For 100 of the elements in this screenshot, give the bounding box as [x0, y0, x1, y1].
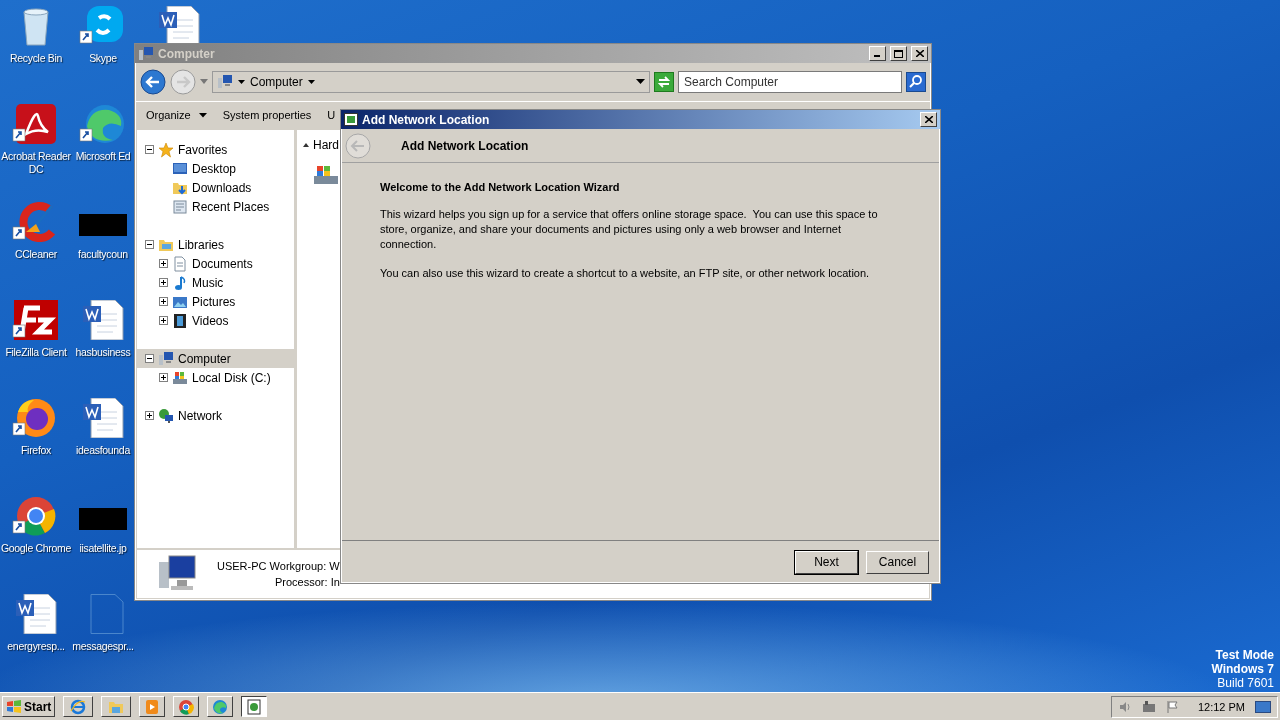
desktop-icon-label[interactable]: hasbusiness — [75, 346, 131, 359]
minimize-button[interactable] — [869, 46, 886, 61]
expand-toggle[interactable] — [159, 278, 168, 287]
tree-item[interactable]: Pictures — [137, 292, 294, 311]
desktop-icon-label[interactable]: Google Chrome — [0, 542, 72, 555]
desktop-icon-label[interactable]: Firefox — [21, 444, 51, 457]
dialog-title: Add Network Location — [362, 112, 491, 127]
desktop-icon-label[interactable]: ideasfounda — [76, 444, 130, 457]
tree-item-label: Computer — [178, 351, 231, 366]
dialog-button[interactable]: Cancel — [866, 550, 929, 574]
tree-item-label: Local Disk (C:) — [192, 370, 271, 385]
search-icon[interactable] — [906, 72, 926, 92]
toolbar-button[interactable]: Organize — [141, 107, 212, 123]
tree-item-label: Videos — [192, 313, 229, 328]
clock[interactable]: 12:12 PM — [1197, 700, 1245, 713]
tree-item-label: Network — [178, 408, 222, 423]
desktop-icon-label[interactable]: Recycle Bin — [9, 52, 63, 65]
window-icon — [344, 113, 358, 126]
network-wizard-icon — [246, 698, 263, 715]
tree-item-label: Desktop — [192, 161, 237, 176]
group-header[interactable]: Hard — [313, 138, 339, 152]
wizard-header: Add Network Location — [401, 138, 529, 153]
desktop-icon-label[interactable]: CCleaner — [15, 248, 57, 261]
close-icon — [915, 50, 924, 57]
tree-item[interactable]: Favorites — [137, 140, 294, 159]
collapse-toggle[interactable] — [145, 145, 154, 154]
caret-icon — [198, 112, 207, 118]
close-button[interactable] — [911, 46, 928, 61]
tree-item-label: Recent Places — [192, 199, 270, 214]
computer-icon — [158, 350, 174, 367]
show-desktop-icon[interactable] — [1255, 699, 1271, 714]
film-icon — [172, 312, 188, 329]
tree-item[interactable]: Videos — [137, 311, 294, 330]
collapse-toggle[interactable] — [145, 240, 154, 249]
close-button[interactable] — [920, 112, 937, 127]
tree-item[interactable]: Network — [137, 406, 294, 425]
toolbar-button[interactable]: System properties — [217, 107, 317, 123]
document-icon — [172, 255, 188, 272]
desktop-icon-label[interactable]: messagespr... — [72, 640, 134, 653]
tree-item[interactable]: Desktop — [137, 159, 294, 178]
taskbar-button[interactable] — [241, 696, 268, 717]
browser-icon — [70, 698, 87, 715]
maximize-button[interactable] — [890, 46, 907, 61]
search-field[interactable]: Search Computer — [678, 71, 902, 93]
maximize-icon — [894, 49, 903, 58]
wizard-paragraph: You can also use this wizard to create a shortcut to a website, an FTP site, or other network location. — [380, 266, 871, 281]
computer-icon — [217, 74, 233, 90]
toolbar-button[interactable]: U — [322, 107, 341, 123]
tree-item[interactable]: Recent Places — [137, 197, 294, 216]
tree-item-label: Favorites — [178, 142, 228, 157]
dialog-button[interactable]: Next — [795, 550, 858, 574]
close-icon — [924, 116, 933, 123]
tree-item[interactable]: Local Disk (C:) — [137, 368, 294, 387]
browser-icon — [178, 698, 195, 715]
desktop-icon-label[interactable]: iisatellite.jp — [79, 542, 127, 555]
address-text: Computer — [250, 75, 303, 89]
os-notice-text: Test Mode — [1215, 648, 1274, 662]
tree-item[interactable]: Documents — [137, 254, 294, 273]
desktop-icon-label[interactable]: Acrobat Reader DC — [0, 150, 72, 176]
network-icon — [158, 407, 174, 424]
tree-item[interactable]: Music — [137, 273, 294, 292]
desktop-icon-label[interactable]: Skype — [89, 52, 117, 65]
desktop-icon-label[interactable]: FileZilla Client — [5, 346, 67, 359]
monitor-icon — [172, 160, 188, 177]
expand-toggle[interactable] — [159, 316, 168, 325]
expand-toggle[interactable] — [159, 297, 168, 306]
star-icon — [158, 141, 174, 158]
swirl-icon — [212, 698, 229, 715]
os-notice-text: Build 7601 — [1217, 676, 1274, 690]
os-notice-text: Windows 7 — [1211, 662, 1274, 676]
tree-item-label: Libraries — [178, 237, 225, 252]
tree-item[interactable]: Computer — [137, 349, 294, 368]
start-button[interactable]: Start — [2, 696, 56, 717]
collapse-caret-icon[interactable] — [303, 143, 309, 147]
tree-item-label: Downloads — [192, 180, 252, 195]
tree-item[interactable]: Downloads — [137, 178, 294, 197]
desktop-icon-label[interactable]: energyresp... — [7, 640, 65, 653]
back-button[interactable] — [140, 69, 166, 95]
computer-icon — [138, 45, 154, 62]
caret-icon — [307, 79, 315, 85]
play-icon — [144, 698, 161, 715]
tree-item-label: Music — [192, 275, 224, 290]
details-text: Processor: In — [274, 576, 340, 588]
window-title: Computer — [158, 46, 216, 61]
tree-item[interactable]: Libraries — [137, 235, 294, 254]
address-field[interactable]: Computer — [212, 71, 650, 93]
wizard-paragraph: This wizard helps you sign up for a service that offers online storage space. You can use this space to store, organize, and share your documents and pictures using only a web browser and Internet connection. — [380, 207, 879, 252]
expand-toggle[interactable] — [159, 373, 168, 382]
drive-icon — [172, 369, 188, 386]
refresh-button[interactable] — [654, 72, 674, 92]
collapse-toggle[interactable] — [145, 354, 154, 363]
desktop-icon-label[interactable]: facultycoun — [78, 248, 128, 261]
flag-icon[interactable] — [1165, 699, 1180, 714]
expand-toggle[interactable] — [145, 411, 154, 420]
desktop-icon-label[interactable]: Microsoft Ed — [75, 150, 131, 163]
network-icon[interactable] — [1141, 699, 1156, 714]
expand-toggle[interactable] — [159, 259, 168, 268]
drive-icon[interactable] — [313, 164, 339, 186]
caret-icon[interactable] — [636, 79, 645, 85]
caret-icon — [238, 79, 245, 85]
